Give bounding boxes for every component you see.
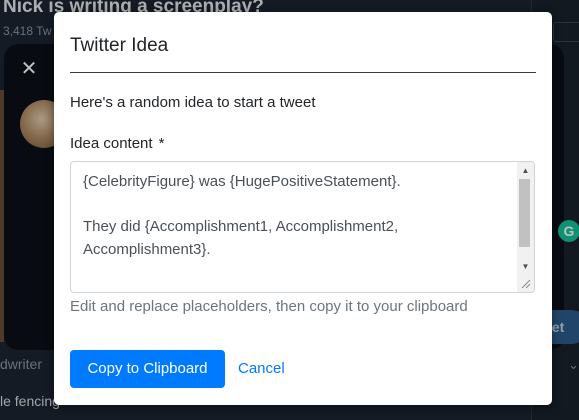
scroll-down-arrow-icon[interactable]: ▼ (517, 258, 534, 275)
required-marker: * (158, 135, 165, 152)
twitter-idea-modal: Twitter Idea Here's a random idea to sta… (54, 12, 552, 405)
idea-content-label: Idea content * (70, 134, 164, 154)
scrollbar-thumb[interactable] (519, 179, 530, 247)
resize-handle-icon[interactable] (517, 275, 534, 292)
cancel-button[interactable]: Cancel (238, 350, 285, 388)
idea-content-label-text: Idea content (70, 135, 153, 152)
textarea-scrollbar[interactable]: ▲ ▼ (517, 162, 534, 292)
copy-to-clipboard-button[interactable]: Copy to Clipboard (70, 350, 225, 388)
scroll-up-arrow-icon[interactable]: ▲ (517, 162, 534, 179)
idea-content-text[interactable]: {CelebrityFigure} was {HugePositiveState… (83, 171, 513, 261)
modal-title: Twitter Idea (70, 35, 169, 56)
idea-help-text: Edit and replace placeholders, then copy… (70, 298, 468, 315)
modal-description: Here's a random idea to start a tweet (70, 94, 316, 111)
idea-content-textarea[interactable]: {CelebrityFigure} was {HugePositiveState… (70, 161, 535, 293)
modal-divider (70, 72, 536, 73)
